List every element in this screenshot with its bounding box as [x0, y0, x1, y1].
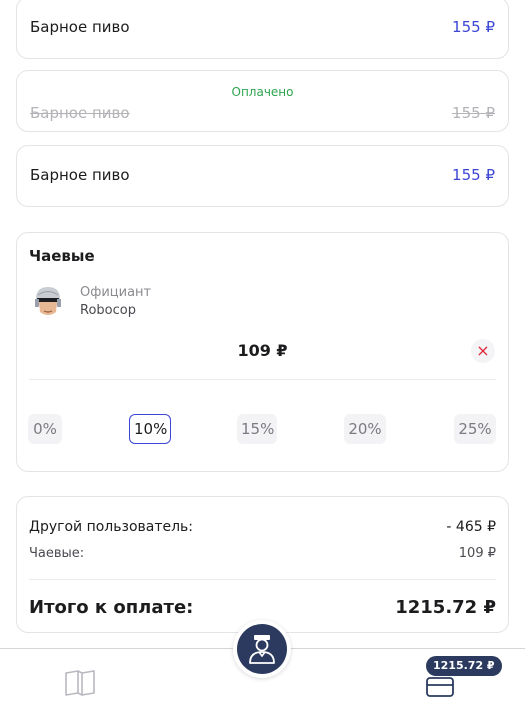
divider — [29, 379, 496, 380]
tips-label: Чаевые: — [29, 546, 85, 561]
clear-tip-button[interactable]: × — [471, 339, 495, 363]
tip-option-20[interactable]: 20% — [344, 414, 386, 444]
tips-title: Чаевые — [29, 247, 95, 265]
wallet-icon[interactable] — [424, 676, 458, 700]
item-price: 155 ₽ — [452, 166, 495, 184]
other-user-value: - 465 ₽ — [446, 519, 496, 535]
total-value: 1215.72 ₽ — [395, 597, 496, 618]
tips-value: 109 ₽ — [458, 546, 496, 561]
book-icon[interactable] — [64, 669, 96, 697]
paid-label: Оплачено — [231, 85, 294, 99]
order-item[interactable]: Барное пиво 155 ₽ — [16, 145, 509, 207]
item-name: Барное пиво — [30, 104, 130, 122]
tip-option-15[interactable]: 15% — [237, 414, 277, 444]
waiter-name: Robocop — [80, 303, 136, 318]
total-label: Итого к оплате: — [29, 597, 194, 618]
call-waiter-button-inner — [237, 624, 287, 674]
tips-row: Чаевые: 109 ₽ — [29, 546, 496, 561]
item-name: Барное пиво — [30, 166, 130, 184]
tip-option-25[interactable]: 25% — [454, 414, 496, 444]
other-user-label: Другой пользователь: — [29, 519, 194, 535]
other-user-row: Другой пользователь: - 465 ₽ — [29, 519, 496, 535]
item-price: 155 ₽ — [452, 104, 495, 122]
tip-amount: 109 ₽ — [237, 341, 288, 360]
item-price: 155 ₽ — [452, 18, 495, 36]
waiter-avatar — [35, 287, 61, 315]
total-row: Итого к оплате: 1215.72 ₽ — [29, 597, 496, 618]
divider — [29, 579, 496, 580]
order-item[interactable]: Барное пиво 155 ₽ — [16, 0, 509, 59]
order-item-paid: Оплачено Барное пиво 155 ₽ — [16, 70, 509, 132]
waiter-icon — [249, 635, 275, 664]
summary-card: Другой пользователь: - 465 ₽ Чаевые: 109… — [16, 496, 509, 633]
order-page: Барное пиво 155 ₽ Оплачено Барное пиво 1… — [0, 0, 525, 711]
waiter-role: Официант — [80, 285, 152, 300]
call-waiter-button[interactable] — [233, 620, 291, 678]
tip-option-10-selected[interactable]: 10% — [129, 414, 171, 444]
wallet-badge: 1215.72 ₽ — [426, 656, 502, 676]
tips-card: Чаевые Официант Robocop 109 ₽ × 0% 10% 1… — [16, 232, 509, 472]
item-name: Барное пиво — [30, 18, 130, 36]
tip-option-0[interactable]: 0% — [28, 414, 62, 444]
